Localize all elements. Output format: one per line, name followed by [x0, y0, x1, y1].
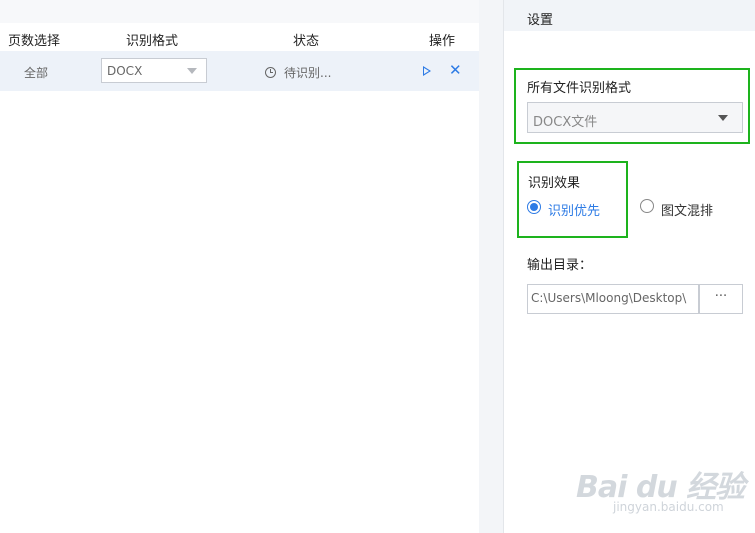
radio-label-mixed-layout[interactable]: 图文混排 [661, 200, 713, 219]
radio-label-recognition-priority[interactable]: 识别优先 [548, 200, 600, 219]
output-dir-label: 输出目录： [527, 258, 593, 273]
effect-label: 识别效果 [528, 176, 581, 191]
all-format-value: DOCX文件 [533, 115, 598, 130]
header-pages: 页数选择 [8, 34, 61, 49]
row-format-value: DOCX [107, 64, 143, 78]
output-path-input[interactable]: C:\Users\Mloong\Desktop\ [527, 284, 699, 314]
settings-title: 设置 [527, 13, 554, 28]
caret-down-icon [187, 68, 197, 74]
settings-panel: 设置 所有文件识别格式 DOCX文件 识别效果 识别优先 图文混排 输出目录： … [503, 0, 755, 533]
row-format-select[interactable]: DOCX [101, 58, 207, 83]
radio-recognition-priority[interactable] [527, 200, 541, 214]
header-status: 状态 [293, 34, 320, 49]
status-text: 待识别... [284, 66, 332, 80]
browse-button[interactable]: ··· [699, 284, 743, 314]
header-actions: 操作 [429, 34, 456, 49]
caret-down-icon [718, 115, 728, 121]
play-icon[interactable] [423, 66, 431, 76]
table-row[interactable]: 全部 [0, 51, 479, 91]
watermark-url: jingyan.baidu.com [613, 500, 724, 514]
header-format: 识别格式 [126, 34, 179, 49]
close-icon[interactable]: ✕ [449, 63, 462, 78]
toolbar-strip [0, 0, 479, 23]
all-format-label: 所有文件识别格式 [527, 81, 632, 96]
clock-icon [265, 67, 276, 78]
settings-header: 设置 [504, 0, 755, 31]
radio-mixed-layout[interactable] [640, 199, 654, 213]
panel-divider [479, 0, 503, 533]
file-list-panel: 页数选择 识别格式 状态 操作 全部 DOCX 待识别... ✕ [0, 0, 479, 533]
pages-cell[interactable]: 全部 [24, 64, 48, 81]
table-header: 页数选择 识别格式 状态 操作 [0, 23, 479, 51]
all-format-select[interactable]: DOCX文件 [527, 102, 743, 133]
